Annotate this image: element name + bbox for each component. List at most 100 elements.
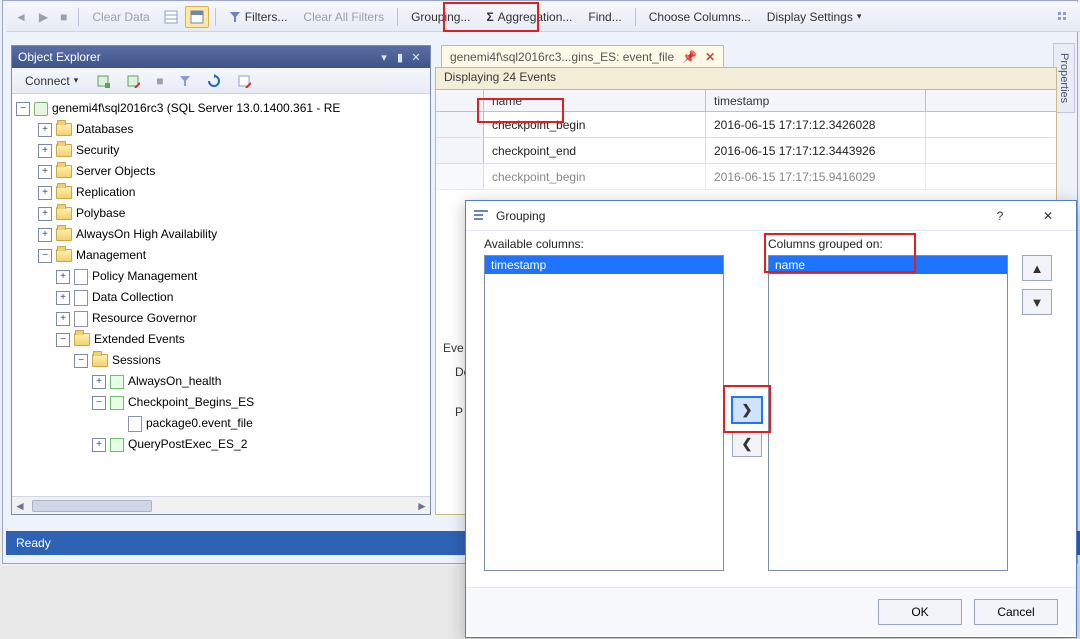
move-up-button[interactable]: ▲ bbox=[1022, 255, 1052, 281]
oe-refresh-icon[interactable] bbox=[202, 70, 226, 92]
nav-back-icon[interactable]: ◄ bbox=[10, 6, 32, 28]
aggregation-button[interactable]: Σ Aggregation... bbox=[479, 6, 579, 28]
grouped-columns-label: Columns grouped on: bbox=[768, 237, 883, 251]
nav-play-icon[interactable]: ▶ bbox=[34, 6, 53, 28]
panel-dropdown-icon[interactable]: ▾ bbox=[376, 51, 392, 64]
tree-node-policy[interactable]: +Policy Management bbox=[14, 266, 428, 287]
scroll-thumb[interactable] bbox=[32, 500, 152, 512]
oe-disconnect-icon[interactable] bbox=[121, 70, 145, 92]
move-right-button[interactable]: ❯ bbox=[732, 397, 762, 423]
tree-node-polybase[interactable]: +Polybase bbox=[14, 203, 428, 224]
available-columns-listbox[interactable]: timestamp bbox=[484, 255, 724, 571]
tab-pin-icon[interactable]: 📌 bbox=[682, 50, 697, 64]
doc-icon bbox=[74, 290, 88, 306]
tree-node-alwayson-health[interactable]: +AlwaysOn_health bbox=[14, 371, 428, 392]
document-tab[interactable]: genemi4f\sql2016rc3...gins_ES: event_fil… bbox=[441, 45, 724, 67]
scroll-left-icon[interactable]: ◄ bbox=[12, 499, 28, 513]
move-down-button[interactable]: ▼ bbox=[1022, 289, 1052, 315]
dialog-close-icon[interactable]: ✕ bbox=[1028, 204, 1068, 228]
oe-connect-icon[interactable] bbox=[91, 70, 115, 92]
choose-columns-button[interactable]: Choose Columns... bbox=[642, 6, 758, 28]
sigma-icon: Σ bbox=[486, 10, 493, 24]
toolbar-overflow-icon[interactable] bbox=[1052, 7, 1076, 27]
folder-icon bbox=[56, 228, 72, 241]
available-listitem-timestamp[interactable]: timestamp bbox=[485, 256, 723, 274]
tab-close-icon[interactable]: ✕ bbox=[705, 50, 715, 64]
grid-row-selector-header bbox=[436, 90, 484, 111]
scroll-right-icon[interactable]: ► bbox=[414, 499, 430, 513]
dialog-help-icon[interactable]: ? bbox=[980, 204, 1020, 228]
clear-filters-button[interactable]: Clear All Filters bbox=[296, 6, 391, 28]
tree-node-security[interactable]: +Security bbox=[14, 140, 428, 161]
main-toolbar: ◄ ▶ ■ Clear Data Filters... Clear All Fi… bbox=[6, 2, 1080, 32]
object-explorer-title: Object Explorer bbox=[18, 50, 376, 64]
tree-node-extended-events[interactable]: −Extended Events bbox=[14, 329, 428, 350]
grouping-button[interactable]: Grouping... bbox=[404, 6, 477, 28]
tree-root[interactable]: −genemi4f\sql2016rc3 (SQL Server 13.0.14… bbox=[14, 98, 428, 119]
events-grid[interactable]: name timestamp checkpoint_begin 2016-06-… bbox=[436, 90, 1056, 190]
grid-cell-name: checkpoint_begin bbox=[484, 112, 706, 137]
tree-node-resource-governor[interactable]: +Resource Governor bbox=[14, 308, 428, 329]
nav-stop-icon[interactable]: ■ bbox=[55, 6, 72, 28]
display-settings-button[interactable]: Display Settings▾ bbox=[760, 6, 869, 28]
display-count-bar: Displaying 24 Events bbox=[436, 68, 1056, 90]
tree-node-sessions[interactable]: −Sessions bbox=[14, 350, 428, 371]
folder-icon bbox=[56, 123, 72, 136]
grid-cell-ts: 2016-06-15 17:17:12.3443926 bbox=[706, 138, 926, 163]
tree-node-data-collection[interactable]: +Data Collection bbox=[14, 287, 428, 308]
grid-col-timestamp[interactable]: timestamp bbox=[706, 90, 926, 111]
folder-icon bbox=[56, 186, 72, 199]
grouped-columns-listbox[interactable]: name bbox=[768, 255, 1008, 571]
grid-row[interactable]: checkpoint_end 2016-06-15 17:17:12.34439… bbox=[436, 138, 1056, 164]
status-text: Ready bbox=[16, 536, 51, 550]
connect-button[interactable]: Connect▾ bbox=[18, 70, 85, 92]
grid-row[interactable]: checkpoint_begin 2016-06-15 17:17:12.342… bbox=[436, 112, 1056, 138]
object-explorer-hscroll[interactable]: ◄ ► bbox=[12, 496, 430, 514]
folder-icon bbox=[56, 165, 72, 178]
document-tabstrip: genemi4f\sql2016rc3...gins_ES: event_fil… bbox=[435, 45, 1057, 67]
oe-filter-icon[interactable] bbox=[174, 71, 196, 91]
tree-node-databases[interactable]: +Databases bbox=[14, 119, 428, 140]
funnel-icon bbox=[229, 11, 241, 23]
truncated-label-p: P bbox=[455, 405, 463, 419]
object-explorer-toolbar: Connect▾ ■ bbox=[12, 68, 430, 94]
tree-node-replication[interactable]: +Replication bbox=[14, 182, 428, 203]
tree-node-checkpoint-begins[interactable]: −Checkpoint_Begins_ES bbox=[14, 392, 428, 413]
grid-cell-name: checkpoint_begin bbox=[484, 164, 706, 189]
grid-row[interactable]: checkpoint_begin 2016-06-15 17:17:15.941… bbox=[436, 164, 1056, 190]
dialog-icon bbox=[474, 208, 488, 223]
grid-view1-icon[interactable] bbox=[159, 6, 183, 28]
panel-pin-icon[interactable]: ▮ bbox=[392, 51, 408, 64]
grid-cell-ts: 2016-06-15 17:17:12.3426028 bbox=[706, 112, 926, 137]
folder-icon bbox=[56, 207, 72, 220]
server-icon bbox=[34, 102, 48, 116]
tree-node-package0[interactable]: package0.event_file bbox=[14, 413, 428, 434]
oe-stop-icon[interactable]: ■ bbox=[151, 70, 168, 92]
tab-label: genemi4f\sql2016rc3...gins_ES: event_fil… bbox=[450, 50, 674, 64]
tree-node-alwayson[interactable]: +AlwaysOn High Availability bbox=[14, 224, 428, 245]
doc-icon bbox=[74, 269, 88, 285]
grid-cell-ts: 2016-06-15 17:17:15.9416029 bbox=[706, 164, 926, 189]
tree-node-management[interactable]: −Management bbox=[14, 245, 428, 266]
grid-col-name[interactable]: name bbox=[484, 90, 706, 111]
tree-node-server-objects[interactable]: +Server Objects bbox=[14, 161, 428, 182]
oe-cancel-icon[interactable] bbox=[232, 70, 256, 92]
grid-view2-icon[interactable] bbox=[185, 6, 209, 28]
filters-button[interactable]: Filters... bbox=[222, 6, 295, 28]
dialog-cancel-button[interactable]: Cancel bbox=[974, 599, 1058, 625]
object-explorer-tree[interactable]: −genemi4f\sql2016rc3 (SQL Server 13.0.14… bbox=[12, 94, 430, 459]
truncated-label-eve: Eve bbox=[443, 341, 464, 355]
grouped-listitem-name[interactable]: name bbox=[769, 256, 1007, 274]
tree-node-querypostexec[interactable]: +QueryPostExec_ES_2 bbox=[14, 434, 428, 455]
find-button[interactable]: Find... bbox=[581, 6, 628, 28]
panel-close-icon[interactable]: ✕ bbox=[408, 51, 424, 64]
available-columns-label: Available columns: bbox=[484, 237, 584, 251]
folder-icon bbox=[56, 144, 72, 157]
dialog-ok-button[interactable]: OK bbox=[878, 599, 962, 625]
clear-data-button[interactable]: Clear Data bbox=[85, 6, 156, 28]
dialog-title: Grouping bbox=[496, 209, 972, 223]
move-left-button[interactable]: ❮ bbox=[732, 431, 762, 457]
dialog-titlebar[interactable]: Grouping ? ✕ bbox=[466, 201, 1076, 231]
session-icon bbox=[110, 438, 124, 452]
grid-cell-name: checkpoint_end bbox=[484, 138, 706, 163]
